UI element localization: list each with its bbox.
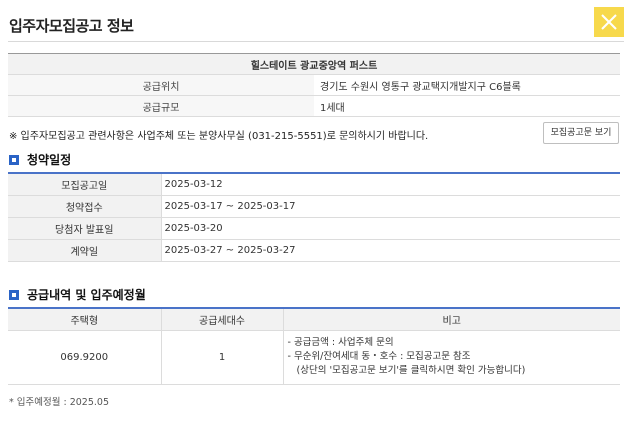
table-row: 당첨자 발표일 2025-03-20 bbox=[8, 217, 620, 240]
square-bullet-icon bbox=[9, 289, 19, 300]
column-header-notes: 비고 bbox=[283, 308, 620, 331]
schedule-label: 모집공고일 bbox=[8, 173, 162, 196]
view-announcement-button[interactable]: 모집공고문 보기 bbox=[543, 122, 619, 144]
schedule-value: 2025-03-17 ~ 2025-03-17 bbox=[161, 195, 620, 218]
table-row: 공급위치 경기도 수원시 영통구 광교택지개발지구 C6블록 bbox=[8, 74, 620, 96]
complex-name: 힐스테이트 광교중앙역 퍼스트 bbox=[8, 53, 620, 75]
close-icon bbox=[601, 14, 617, 30]
supply-section-title: 공급내역 및 입주예정월 bbox=[9, 286, 146, 303]
header-divider bbox=[8, 41, 624, 42]
schedule-label: 계약일 bbox=[8, 239, 162, 262]
schedule-label: 청약접수 bbox=[8, 195, 162, 218]
supply-location-label: 공급위치 bbox=[8, 74, 314, 96]
housing-type-cell: 069.9200 bbox=[8, 330, 162, 385]
move-in-footnote: * 입주예정월 : 2025.05 bbox=[9, 397, 109, 408]
table-row: 069.9200 1 - 공급금액 : 사업주체 문의 - 무순위/잔여세대 동… bbox=[8, 330, 620, 385]
close-button[interactable] bbox=[594, 7, 624, 37]
table-row: 공급규모 1세대 bbox=[8, 95, 620, 117]
schedule-value: 2025-03-27 ~ 2025-03-27 bbox=[161, 239, 620, 262]
schedule-value: 2025-03-20 bbox=[161, 217, 620, 240]
table-row: 힐스테이트 광교중앙역 퍼스트 bbox=[8, 53, 620, 75]
table-row: 모집공고일 2025-03-12 bbox=[8, 173, 620, 196]
supply-scale-label: 공급규모 bbox=[8, 95, 314, 117]
table-row: 청약접수 2025-03-17 ~ 2025-03-17 bbox=[8, 195, 620, 218]
schedule-label: 당첨자 발표일 bbox=[8, 217, 162, 240]
page-title: 입주자모집공고 정보 bbox=[9, 17, 134, 35]
supply-title-text: 공급내역 및 입주예정월 bbox=[27, 288, 146, 302]
modal-header: 입주자모집공고 정보 bbox=[0, 0, 640, 44]
note-line: - 무순위/잔여세대 동・호수 : 모집공고문 참조 bbox=[287, 351, 471, 362]
supply-location-value: 경기도 수원시 영통구 광교택지개발지구 C6블록 bbox=[314, 74, 620, 96]
notes-cell: - 공급금액 : 사업주체 문의 - 무순위/잔여세대 동・호수 : 모집공고문… bbox=[283, 330, 620, 385]
contact-notice: ※ 입주자모집공고 관련사항은 사업주체 또는 분양사무실 (031-215-5… bbox=[9, 131, 429, 142]
supply-table: 주택형 공급세대수 비고 069.9200 1 - 공급금액 : 사업주체 문의… bbox=[8, 307, 620, 385]
schedule-table: 모집공고일 2025-03-12 청약접수 2025-03-17 ~ 2025-… bbox=[8, 172, 620, 262]
table-header-row: 주택형 공급세대수 비고 bbox=[8, 308, 620, 331]
note-line: (상단의 '모집공고문 보기'를 클릭하시면 확인 가능합니다) bbox=[287, 365, 526, 376]
schedule-section-title: 청약일정 bbox=[9, 151, 71, 168]
unit-count-cell: 1 bbox=[161, 330, 284, 385]
schedule-title-text: 청약일정 bbox=[27, 153, 72, 167]
table-row: 계약일 2025-03-27 ~ 2025-03-27 bbox=[8, 239, 620, 262]
schedule-value: 2025-03-12 bbox=[161, 173, 620, 196]
square-bullet-icon bbox=[9, 154, 19, 165]
note-line: - 공급금액 : 사업주체 문의 bbox=[287, 337, 394, 348]
complex-info-table: 힐스테이트 광교중앙역 퍼스트 공급위치 경기도 수원시 영통구 광교택지개발지… bbox=[8, 53, 620, 117]
column-header-type: 주택형 bbox=[8, 308, 162, 331]
column-header-units: 공급세대수 bbox=[161, 308, 284, 331]
supply-scale-value: 1세대 bbox=[314, 95, 620, 117]
